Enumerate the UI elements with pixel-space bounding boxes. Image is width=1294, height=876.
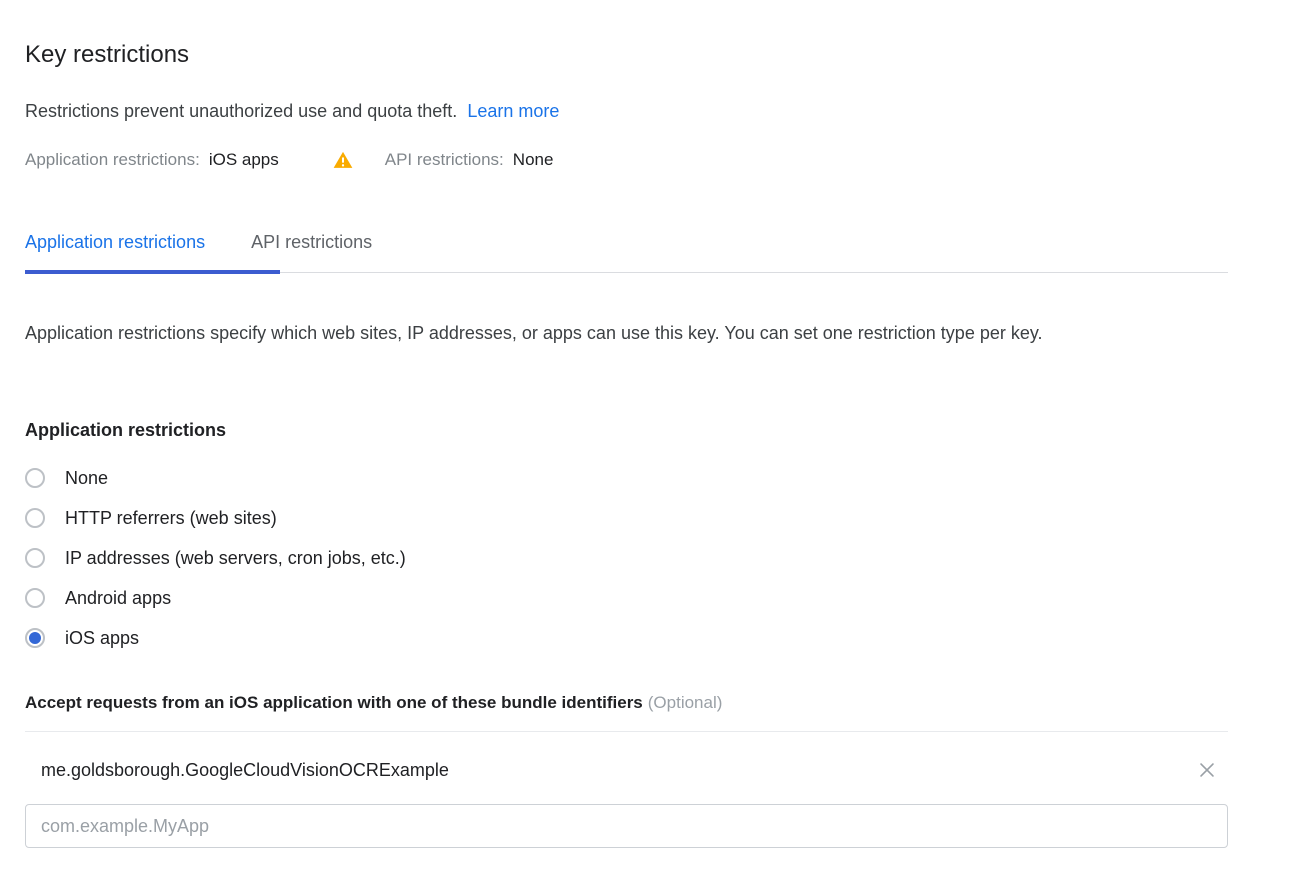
learn-more-link[interactable]: Learn more: [467, 101, 559, 121]
bundle-identifiers-heading: Accept requests from an iOS application …: [25, 691, 722, 715]
active-tab-underline: [25, 270, 280, 274]
remove-bundle-identifier-button[interactable]: [1187, 750, 1227, 790]
radio-dot: [29, 512, 41, 524]
radio-dot: [29, 472, 41, 484]
radio-option-http-referrers[interactable]: HTTP referrers (web sites): [25, 498, 825, 538]
api-restrictions-label: API restrictions:: [384, 150, 504, 169]
application-restrictions-value: iOS apps: [208, 150, 279, 169]
bundle-identifier-row: me.goldsborough.GoogleCloudVisionOCRExam…: [25, 748, 1228, 792]
radio-option-none[interactable]: None: [25, 458, 825, 498]
restrictions-description-text: Restrictions prevent unauthorized use an…: [25, 101, 458, 121]
application-restrictions-description: Application restrictions specify which w…: [25, 323, 1043, 343]
bundle-identifiers-heading-text: Accept requests from an iOS application …: [25, 693, 643, 712]
radio-dot: [29, 552, 41, 564]
warning-triangle-icon: [333, 151, 353, 168]
application-restrictions-radio-group: None HTTP referrers (web sites) IP addre…: [25, 458, 825, 658]
restrictions-summary: Application restrictions: iOS apps API r…: [25, 147, 553, 173]
radio-option-android-apps[interactable]: Android apps: [25, 578, 825, 618]
page-title: Key restrictions: [25, 41, 190, 68]
radio-label: Android apps: [65, 588, 172, 608]
application-restrictions-label: Application restrictions:: [25, 150, 200, 169]
close-icon: [1200, 763, 1214, 777]
radio-icon-selected: [25, 628, 45, 648]
radio-icon: [25, 548, 45, 568]
radio-label: None: [65, 468, 109, 488]
restrictions-tabs: Application restrictions API restriction…: [25, 230, 372, 267]
restrictions-description: Restrictions prevent unauthorized use an…: [25, 98, 559, 124]
api-restrictions-value: None: [512, 150, 554, 169]
radio-icon: [25, 588, 45, 608]
radio-option-ip-addresses[interactable]: IP addresses (web servers, cron jobs, et…: [25, 538, 825, 578]
radio-label: HTTP referrers (web sites): [65, 508, 277, 528]
radio-icon: [25, 468, 45, 488]
tab-api-restrictions[interactable]: API restrictions: [251, 230, 372, 267]
application-restrictions-heading: Application restrictions: [25, 420, 227, 440]
new-bundle-identifier-input[interactable]: [25, 804, 1228, 848]
tab-application-restrictions[interactable]: Application restrictions: [25, 230, 205, 267]
new-bundle-identifier-wrapper: [25, 804, 1228, 848]
bundle-identifiers-optional-label: (Optional): [647, 693, 723, 712]
bundle-identifiers-divider: [25, 731, 1228, 732]
radio-label: iOS apps: [65, 628, 140, 648]
key-restrictions-page: Key restrictions Restrictions prevent un…: [0, 0, 1294, 876]
radio-icon: [25, 508, 45, 528]
radio-dot: [29, 632, 41, 644]
radio-dot: [29, 592, 41, 604]
radio-label: IP addresses (web servers, cron jobs, et…: [65, 548, 406, 568]
radio-option-ios-apps[interactable]: iOS apps: [25, 618, 825, 658]
bundle-identifier-value[interactable]: me.goldsborough.GoogleCloudVisionOCRExam…: [25, 758, 449, 782]
